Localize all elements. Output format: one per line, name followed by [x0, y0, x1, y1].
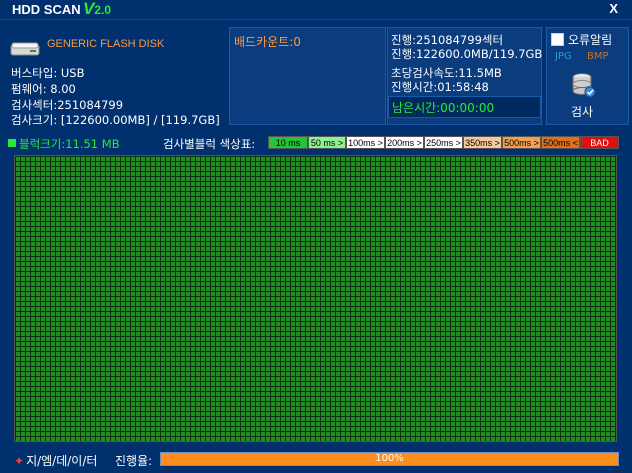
bad-count-panel: 배드카운트:0 [229, 27, 386, 125]
error-alarm-checkbox[interactable] [551, 33, 564, 46]
elapsed-time: 진행시간:01:58:48 [391, 80, 489, 94]
app-version: V2.0 [83, 0, 111, 19]
legend-item-500ms-over: 500ms > [502, 136, 541, 149]
bmp-option[interactable]: BMP [587, 51, 609, 62]
legend-item-350ms: 350ms > [463, 136, 502, 149]
progress-info-panel: 진행:251084799섹터 진행:122600.0MB/119.7GB 초당검… [387, 27, 542, 125]
legend-item-10ms: 10 ms [268, 136, 308, 149]
block-scan-grid [14, 155, 617, 442]
disk-name: GENERIC FLASH DISK [47, 38, 165, 50]
star-icon: ✦ [14, 454, 25, 468]
device-info-panel: GENERIC FLASH DISK 버스타입: USB 펌웨어: 8.00 검… [3, 25, 225, 128]
block-size-label: 블럭크기:11.51 MB [19, 137, 120, 151]
version-number: 2.0 [94, 3, 112, 17]
block-size-swatch [8, 139, 16, 147]
legend-item-200ms: 200ms > [385, 136, 424, 149]
remaining-time: 남은시간:00:00:00 [392, 101, 495, 115]
close-button[interactable]: X [609, 1, 618, 16]
remaining-time-box: 남은시간:00:00:00 [388, 96, 541, 118]
database-scan-icon[interactable] [569, 72, 599, 100]
progress-bar: 100% [160, 452, 619, 466]
legend-item-250ms: 250ms > [424, 136, 463, 149]
bus-type: 버스타입: USB [11, 66, 85, 80]
hard-disk-icon [10, 42, 40, 56]
version-letter: V [83, 0, 95, 18]
legend-item-500ms-under: 500ms < [541, 136, 580, 149]
brand-label: ✦ 지/엠/데/이/터 [14, 452, 97, 469]
title-bar: HDD SCAN V2.0 X [0, 0, 632, 20]
size-progress: 진행:122600.0MB/119.7GB [391, 47, 543, 61]
scan-button[interactable]: 검사 [571, 103, 593, 120]
brand-text: 지/엠/데/이/터 [26, 454, 98, 468]
bad-count: 배드카운트:0 [234, 35, 301, 49]
legend-item-bad: BAD [580, 136, 619, 149]
scan-size: 검사크기: [122600.00MB] / [119.7GB] [11, 113, 220, 127]
legend-item-100ms: 100ms > [346, 136, 385, 149]
app-title: HDD SCAN [12, 2, 81, 17]
progress-text: 100% [375, 453, 404, 464]
error-alarm-label[interactable]: 오류알림 [568, 31, 612, 48]
options-panel: 오류알림 JPG BMP 검사 [546, 27, 629, 125]
progress-label: 진행율: [115, 454, 153, 468]
firmware: 펌웨어: 8.00 [11, 82, 76, 96]
legend-title: 검사별블럭 색상표: [163, 137, 256, 151]
scan-sectors: 검사섹터:251084799 [11, 98, 124, 112]
jpg-option[interactable]: JPG [555, 51, 572, 62]
legend-item-50ms: 50 ms > [308, 136, 346, 149]
